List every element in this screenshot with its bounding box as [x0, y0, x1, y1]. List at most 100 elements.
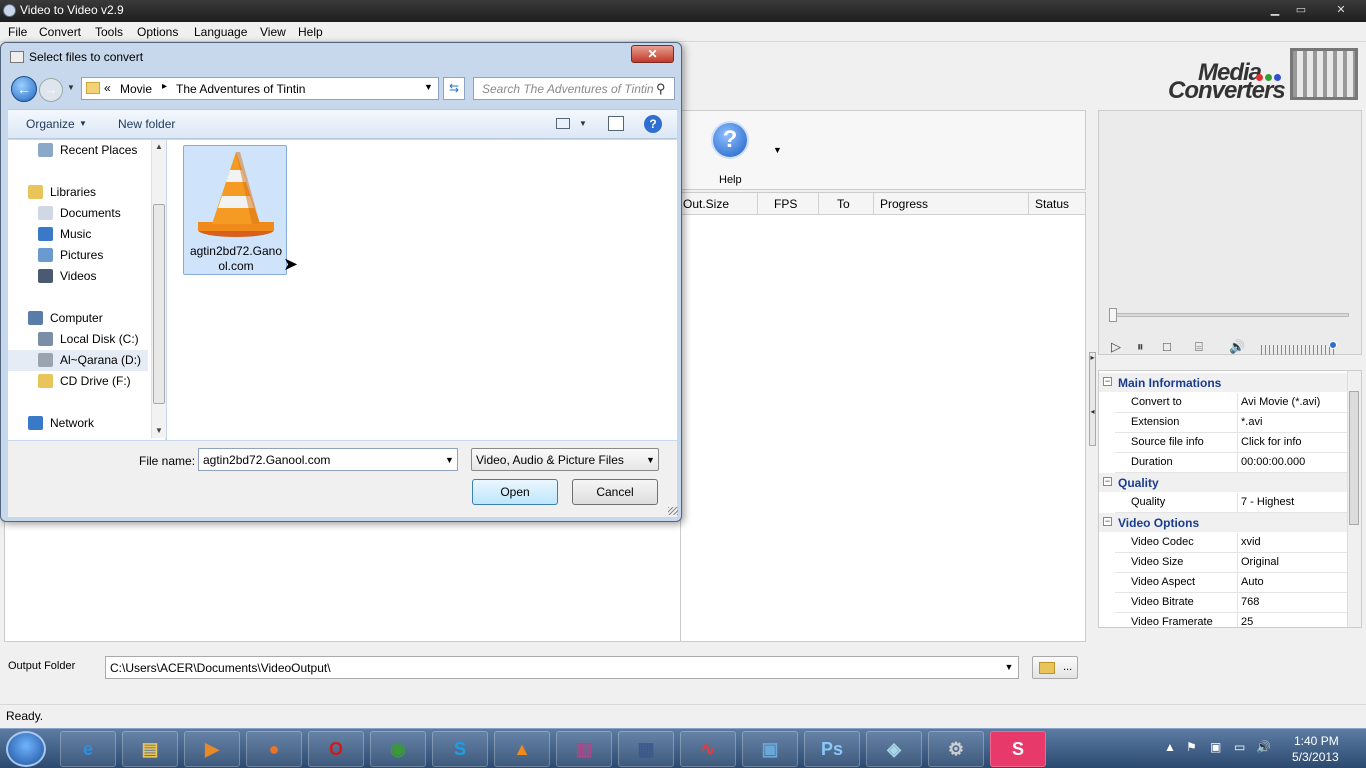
file-list[interactable]: Out.Size FPS To Progress Status	[680, 192, 1086, 642]
firefox-icon[interactable]: ●	[246, 731, 302, 767]
help-icon[interactable]: ?	[644, 115, 662, 133]
property-value[interactable]: Click for info	[1241, 436, 1302, 448]
nav-item[interactable]: Computer	[8, 308, 148, 329]
output-folder-dropdown-icon[interactable]: ▼	[1000, 658, 1018, 677]
explorer-icon[interactable]: ▤	[122, 731, 178, 767]
recent-locations-dropdown-icon[interactable]: ▼	[67, 83, 75, 92]
address-bar[interactable]: « Movie ▸ The Adventures of Tintin ▼	[81, 77, 439, 100]
property-category[interactable]: − Video Options	[1099, 513, 1347, 532]
audition-icon[interactable]: ∿	[680, 731, 736, 767]
property-row[interactable]: Convert to Avi Movie (*.avi)	[1115, 393, 1347, 413]
address-overflow-icon[interactable]: «	[104, 81, 111, 95]
resize-grip[interactable]	[668, 507, 678, 515]
property-row[interactable]: Quality 7 - Highest	[1115, 493, 1347, 513]
panel-splitter[interactable]: ▸ ◂	[1089, 352, 1096, 446]
photoshop-icon[interactable]: Ps	[804, 731, 860, 767]
view-dropdown-icon[interactable]: ▼	[579, 119, 587, 128]
back-arrow-icon[interactable]: ←	[11, 76, 37, 102]
column-to[interactable]: To	[837, 197, 850, 211]
address-dropdown-icon[interactable]: ▼	[424, 82, 433, 92]
minimize-button[interactable]: ▁	[1264, 2, 1286, 18]
column-progress[interactable]: Progress	[880, 197, 928, 211]
menu-file[interactable]: File	[8, 25, 27, 39]
clock-time[interactable]: 1:40 PM	[1294, 734, 1339, 748]
nav-item[interactable]: Videos	[8, 266, 148, 287]
breadcrumb-separator-icon[interactable]: ▸	[162, 81, 167, 92]
file-type-dropdown-icon[interactable]: ▼	[646, 455, 655, 465]
column-fps[interactable]: FPS	[774, 197, 797, 211]
opera-icon[interactable]: O	[308, 731, 364, 767]
breadcrumb-tintin[interactable]: The Adventures of Tintin	[176, 82, 305, 96]
view-icon[interactable]	[556, 118, 570, 129]
menu-language[interactable]: Language	[194, 25, 247, 39]
play-icon[interactable]: ▷	[1111, 339, 1121, 355]
property-value[interactable]: Avi Movie (*.avi)	[1241, 396, 1320, 408]
nav-item[interactable]: Pictures	[8, 245, 148, 266]
app-title-bar[interactable]: Video to Video v2.9 ▁ ▭ ✕	[0, 0, 1366, 22]
chevron-down-icon[interactable]: ▼	[79, 119, 87, 128]
notes-icon[interactable]: ◈	[866, 731, 922, 767]
start-button[interactable]	[6, 731, 46, 767]
volume-thumb[interactable]	[1329, 341, 1337, 349]
preview-pane-icon[interactable]	[608, 116, 624, 131]
column-status[interactable]: Status	[1035, 197, 1069, 211]
photo-viewer-icon[interactable]: ▣	[742, 731, 798, 767]
search-input[interactable]: Search The Adventures of Tintin ⚲	[473, 77, 675, 100]
browse-folder-button[interactable]: ...	[1032, 656, 1078, 679]
menu-help[interactable]: Help	[298, 25, 323, 39]
property-value[interactable]: xvid	[1241, 536, 1261, 548]
toolbar-more-arrow[interactable]: ▼	[773, 145, 782, 155]
nav-item[interactable]: Documents	[8, 203, 148, 224]
clock-date[interactable]: 5/3/2013	[1292, 750, 1339, 764]
seek-thumb[interactable]	[1109, 308, 1117, 322]
organize-button[interactable]: Organize	[26, 117, 75, 131]
forward-arrow-icon[interactable]: →	[39, 78, 63, 102]
nav-item[interactable]: Libraries	[8, 182, 148, 203]
nav-scroll-thumb[interactable]	[153, 204, 165, 404]
property-value[interactable]: 768	[1241, 596, 1259, 608]
ie-icon[interactable]: e	[60, 731, 116, 767]
properties-scroll-thumb[interactable]	[1349, 391, 1359, 525]
media-player-icon[interactable]: ▶	[184, 731, 240, 767]
property-value[interactable]: Auto	[1241, 576, 1264, 588]
seek-bar[interactable]	[1111, 313, 1349, 317]
collapse-icon[interactable]: −	[1103, 377, 1112, 386]
stop-icon[interactable]: □	[1163, 339, 1171, 354]
nav-item[interactable]: Network	[8, 413, 148, 434]
volume-icon[interactable]: 🔊	[1229, 339, 1245, 355]
nav-scrollbar[interactable]: ▲ ▼	[151, 140, 166, 438]
column-out-size[interactable]: Out.Size	[683, 197, 729, 211]
file-name-dropdown-icon[interactable]: ▼	[445, 455, 454, 465]
pause-icon[interactable]: ⏸	[1137, 339, 1144, 355]
s-app-icon[interactable]: S	[990, 731, 1046, 767]
tray-network-icon[interactable]: ▭	[1234, 740, 1245, 754]
vlc-icon[interactable]: ▲	[494, 731, 550, 767]
property-value[interactable]: 25	[1241, 616, 1253, 627]
dialog-close-button[interactable]: ✕	[631, 45, 674, 63]
collapse-icon[interactable]: −	[1103, 517, 1112, 526]
file-type-select[interactable]: Video, Audio & Picture Files ▼	[471, 448, 659, 471]
search-icon[interactable]: ⚲	[656, 81, 666, 97]
property-row[interactable]: Extension *.avi	[1115, 413, 1347, 433]
property-category[interactable]: − Quality	[1099, 473, 1347, 492]
nav-item[interactable]: Local Disk (C:)	[8, 329, 148, 350]
property-row[interactable]: Source file info Click for info	[1115, 433, 1347, 453]
breadcrumb-movie[interactable]: Movie	[120, 82, 152, 96]
tray-overflow-icon[interactable]: ▲	[1164, 740, 1176, 754]
new-folder-button[interactable]: New folder	[118, 117, 175, 131]
property-row[interactable]: Video Codec xvid	[1115, 533, 1347, 553]
help-button[interactable]: ? Help	[711, 121, 751, 186]
menu-options[interactable]: Options	[137, 25, 178, 39]
open-button[interactable]: Open	[472, 479, 558, 505]
skype-icon[interactable]: S	[432, 731, 488, 767]
property-row[interactable]: Video Bitrate 768	[1115, 593, 1347, 613]
volume-slider[interactable]	[1261, 345, 1337, 355]
nav-item[interactable]: Al~Qarana (D:)	[8, 350, 148, 371]
tray-flag-icon[interactable]: ⚑	[1186, 740, 1197, 754]
property-row[interactable]: Video Aspect Auto	[1115, 573, 1347, 593]
collapse-icon[interactable]: −	[1103, 477, 1112, 486]
winrar-icon[interactable]: ▥	[556, 731, 612, 767]
scroll-up-icon[interactable]: ▲	[155, 142, 163, 151]
video-converter-icon[interactable]: ⚙	[928, 731, 984, 767]
refresh-icon[interactable]: ⇆	[443, 77, 465, 100]
